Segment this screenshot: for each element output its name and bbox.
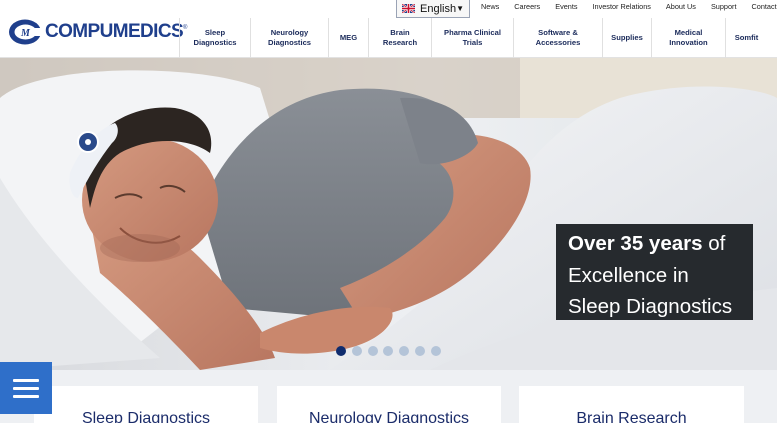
nav-label-line-1: Brain (390, 27, 410, 37)
card-neurology-diagnostics[interactable]: Neurology Diagnostics (277, 386, 501, 423)
page: M COMPUMEDICS ® English ▼ News Careers Even… (0, 0, 777, 423)
nav-label-line-1: Supplies (611, 32, 643, 42)
language-select[interactable]: English ▼ (396, 0, 470, 18)
hero-line-2: Excellence in (568, 263, 689, 287)
nav-label-line-1: MEG (339, 32, 358, 42)
nav-item-software[interactable]: Software & Accessories (513, 18, 602, 58)
slider-dot[interactable] (336, 346, 346, 356)
utility-link-investor-relations[interactable]: Investor Relations (593, 2, 651, 11)
nav-label-line-1: Somfit (734, 32, 759, 42)
nav-item-somfit[interactable]: Somfit (725, 18, 767, 58)
site-header: M COMPUMEDICS ® English ▼ News Careers Even… (0, 0, 777, 58)
nav-item-medical[interactable]: Medical Innovation (651, 18, 725, 58)
slider-dot[interactable] (399, 346, 410, 356)
menu-bar (13, 386, 39, 390)
card-title: Brain Research (576, 410, 687, 423)
utility-link-careers[interactable]: Careers (514, 2, 540, 11)
slider-dot[interactable] (351, 346, 362, 356)
nav-item-pharma-clinical[interactable]: Pharma Clinical Trials (431, 18, 513, 58)
slider-dot[interactable] (383, 346, 394, 356)
nav-item-neurology[interactable]: Neurology Diagnostics (250, 18, 328, 58)
nav-label-line-1: Medical (674, 27, 703, 37)
svg-text:M: M (20, 28, 31, 39)
card-brain-research[interactable]: Brain Research (519, 386, 744, 423)
nav-item-label: Pharma Clinical Trials (444, 28, 501, 49)
nav-item-label: Software & Accessories (536, 28, 581, 49)
nav-label-line-1: Pharma Clinical (444, 27, 501, 37)
slider-dot[interactable] (430, 346, 441, 356)
nav-label-line-2: Innovation (669, 38, 708, 47)
hamburger-menu-button[interactable] (0, 362, 52, 414)
card-title: Sleep Diagnostics (81, 410, 211, 423)
hero-line-1-bold: Over 35 years (568, 232, 703, 255)
hero-slider: Over 35 years of Excellence in Sleep Dia… (0, 58, 777, 370)
utility-links: News Careers Events Investor Relations About… (481, 2, 777, 11)
main-nav: Sleep Diagnostics Neurology Diagnostics MEG B… (179, 18, 767, 58)
slider-dot[interactable] (414, 346, 425, 356)
logo-text: COMPUMEDICS (45, 21, 184, 42)
nav-item-label: Medical Innovation (669, 28, 707, 49)
language-label: English (420, 2, 457, 15)
slider-dot[interactable] (367, 346, 378, 356)
nav-item-brain[interactable]: Brain Research (368, 18, 431, 58)
nav-item-label: MEG (340, 33, 357, 43)
nav-item-label: Sleep Diagnostics (193, 28, 236, 49)
hero-line-1-rest: of (702, 232, 726, 255)
card-sleep-diagnostics[interactable]: Sleep Diagnostics (34, 386, 258, 423)
slider-dots (336, 346, 447, 356)
logo-mark-icon: M (9, 19, 44, 45)
chevron-down-icon: ▼ (456, 4, 464, 13)
hero-line-3: Sleep Diagnostics (568, 295, 733, 318)
utility-link-news[interactable]: News (481, 2, 499, 11)
nav-label-line-2: Trials (462, 38, 483, 47)
uk-flag-icon (402, 4, 415, 13)
hero-image (0, 58, 777, 370)
utility-link-support[interactable]: Support (711, 2, 737, 11)
nav-item-label: Neurology Diagnostics (268, 28, 311, 49)
nav-item-meg[interactable]: MEG (328, 18, 368, 58)
utility-link-about-us[interactable]: About Us (666, 2, 696, 11)
nav-label-line-1: Software & (538, 27, 578, 37)
nav-item-supplies[interactable]: Supplies (602, 18, 651, 58)
nav-label-line-2: Diagnostics (267, 38, 312, 47)
nav-item-label: Brain Research (383, 28, 417, 49)
compumedics-logo[interactable]: M COMPUMEDICS ® (8, 17, 187, 47)
nav-label-line-2: Diagnostics (193, 38, 237, 47)
hero-line-1: Over 35 years of (568, 228, 753, 260)
hero-headline-box: Over 35 years of Excellence in Sleep Dia… (556, 224, 753, 320)
nav-label-line-1: Neurology (270, 27, 309, 37)
nav-item-label: Supplies (611, 33, 643, 43)
nav-item-label: Somfit (735, 33, 759, 43)
utility-link-events[interactable]: Events (555, 2, 577, 11)
nav-label-line-2: Research (382, 38, 418, 47)
nav-label-line-1: Sleep (204, 27, 226, 37)
card-title: Neurology Diagnostics (308, 410, 470, 423)
utility-link-contact[interactable]: Contact (752, 2, 777, 11)
nav-label-line-2: Accessories (535, 38, 581, 47)
nav-item-sleep[interactable]: Sleep Diagnostics (179, 18, 250, 58)
menu-bar (13, 378, 39, 382)
menu-bar (13, 394, 39, 398)
